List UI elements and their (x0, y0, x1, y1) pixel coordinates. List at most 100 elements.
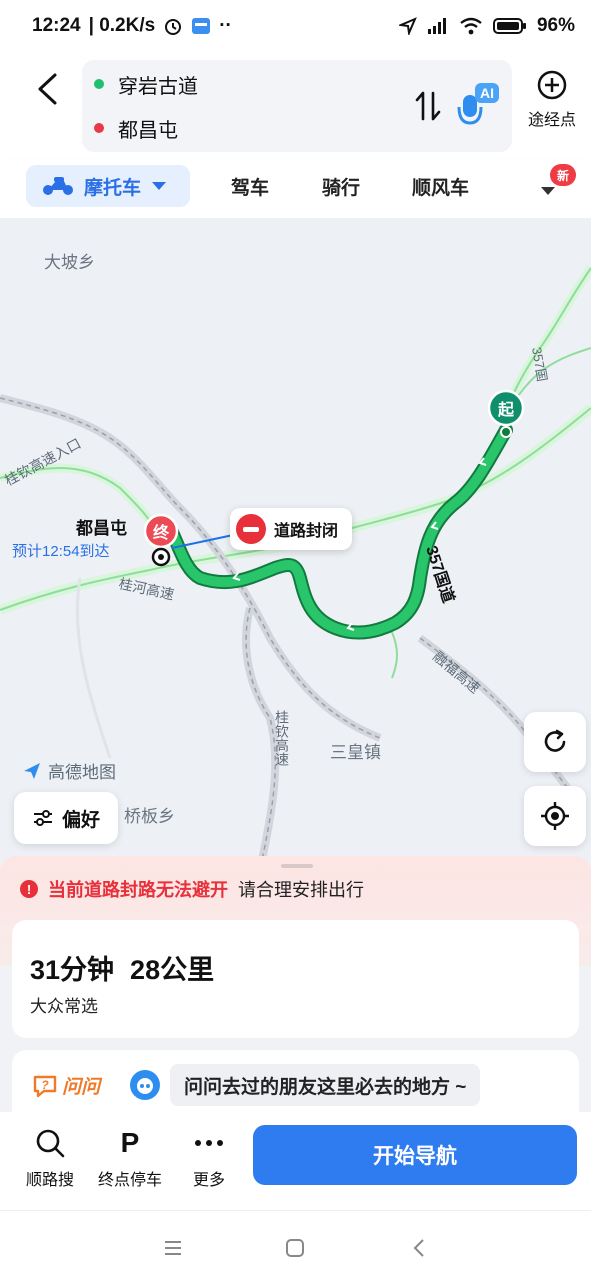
home-button[interactable] (280, 1233, 310, 1263)
waypoint-label: 途经点 (527, 112, 576, 129)
ask-suggestion-text: 问问去过的朋友这里必去的地方 ~ (184, 1076, 467, 1098)
search-icon (35, 1126, 65, 1160)
ask-logo-text: 问问 (62, 1077, 101, 1098)
start-point-field[interactable]: 穿岩古道 (94, 68, 198, 100)
alert-strong-text: 当前道路封路无法避开 (48, 880, 228, 900)
system-back-icon (413, 1239, 424, 1257)
start-dot-icon (94, 79, 104, 89)
wifi-icon (459, 17, 483, 35)
start-navigation-button[interactable]: 开始导航 (253, 1125, 577, 1185)
end-marker-label: 终 (153, 523, 170, 542)
road-label-rongfu: 融福高速 (430, 648, 483, 696)
end-point-label: 都昌屯 (118, 119, 178, 142)
tab-carpool-label: 顺风车 (412, 177, 470, 199)
back-arrow-icon (38, 73, 57, 105)
place-qiaoban: 桥板乡 (124, 807, 175, 826)
route-distance: 28公里 (130, 955, 215, 985)
svg-text:?: ? (41, 1078, 49, 1092)
more-dots-icon (194, 1126, 224, 1160)
destination-parking-button[interactable]: P 终点停车 (98, 1126, 162, 1190)
ask-card[interactable]: ? 问问 问问去过的朋友这里必去的地方 ~ (12, 1050, 579, 1114)
end-dot-icon (94, 123, 104, 133)
route-tag: 大众常选 (30, 997, 98, 1016)
tab-carpool[interactable]: 顺风车 (412, 165, 469, 207)
ask-suggestion[interactable]: 问问去过的朋友这里必去的地方 ~ (170, 1064, 481, 1106)
road-closed-label: 道路封闭 (274, 523, 339, 540)
tab-cycling[interactable]: 骑行 (322, 165, 360, 207)
route-duration: 31分钟 (30, 955, 115, 985)
chevron-down-icon (541, 187, 555, 195)
start-navigation-label: 开始导航 (373, 1145, 457, 1168)
question-bubble-icon: ? (33, 1075, 57, 1097)
preference-label: 偏好 (61, 809, 100, 831)
destination-name: 都昌屯 (76, 519, 127, 538)
status-net-speed: | 0.2K/s (88, 15, 156, 36)
waypoint-button[interactable]: 途经点 (520, 70, 584, 140)
travel-mode-tabs: 摩托车 驾车 骑行 顺风车 新 (0, 160, 591, 218)
location-arrow-icon (398, 17, 417, 35)
sheet-grabber[interactable] (281, 864, 313, 868)
ai-voice-button[interactable]: AI (456, 80, 502, 130)
more-modes-button[interactable]: 新 (536, 164, 576, 208)
tab-motorcycle[interactable]: 摩托车 (26, 165, 190, 207)
road-closure-alert: ! 当前道路封路无法避开 请合理安排出行 (20, 876, 364, 902)
locate-icon (541, 802, 569, 830)
more-label: 更多 (193, 1172, 226, 1189)
route-input-box: 穿岩古道 都昌屯 AI (82, 60, 512, 152)
amap-logo-icon (24, 762, 40, 779)
new-badge: 新 (550, 164, 576, 186)
ask-logo: ? 问问 (32, 1072, 100, 1099)
destination-parking-label: 终点停车 (98, 1172, 163, 1189)
ai-mic-icon: AI (457, 83, 499, 125)
menu-icon (165, 1241, 181, 1255)
ask-avatar-icon (130, 1070, 160, 1100)
more-button[interactable]: 更多 (193, 1126, 225, 1190)
svg-text:AI: AI (480, 85, 494, 101)
system-navigation-bar (0, 1210, 591, 1280)
search-along-button[interactable]: 顺路搜 (26, 1126, 74, 1190)
swap-icon (415, 91, 441, 121)
preference-button[interactable]: 偏好 (14, 792, 118, 844)
route-sheet: ! 当前道路封路无法避开 请合理安排出行 31分钟 28公里 大众常选 ? 问问… (0, 856, 591, 1114)
start-point-label: 穿岩古道 (118, 75, 198, 98)
tab-drive[interactable]: 驾车 (231, 165, 269, 207)
alert-sub-text: 请合理安排出行 (238, 880, 364, 900)
swap-route-button[interactable] (410, 86, 446, 126)
route-header: 穿岩古道 都昌屯 AI 途经点 (0, 52, 591, 160)
refresh-icon (544, 729, 566, 752)
end-point-field[interactable]: 都昌屯 (94, 112, 178, 144)
road-closed-callout[interactable]: 道路封闭 (230, 508, 353, 550)
status-bar: 12:24 | 0.2K/s ·· 96% (0, 0, 591, 52)
place-dapo: 大坡乡 (44, 253, 95, 272)
alarm-icon (163, 16, 183, 36)
alert-icon: ! (20, 880, 38, 898)
back-button[interactable] (22, 64, 72, 114)
system-back-button[interactable] (404, 1233, 434, 1263)
search-along-label: 顺路搜 (26, 1172, 75, 1189)
chevron-down-icon (152, 182, 167, 190)
sliders-icon (33, 810, 52, 826)
map-view[interactable]: 起 终 桂河高速 桂钦高速入口 桂钦高速 融福高速 357国道 357国 大坡乡… (0, 218, 591, 860)
add-circle-icon (537, 70, 567, 100)
tab-drive-label: 驾车 (231, 177, 270, 199)
home-square-icon (286, 1239, 304, 1257)
road-label-guiqin-entrance: 桂钦高速入口 (2, 435, 84, 489)
road-label-guihe: 桂河高速 (117, 575, 175, 602)
recent-apps-button[interactable] (158, 1233, 188, 1263)
signal-icon (427, 17, 449, 35)
app-notification-icon (191, 17, 211, 35)
start-marker-label: 起 (497, 400, 515, 419)
status-time: 12:24 (32, 15, 81, 36)
route-option-card[interactable]: 31分钟 28公里 大众常选 (12, 920, 579, 1038)
battery-icon (492, 17, 527, 35)
tab-cycling-label: 骑行 (322, 177, 361, 199)
bottom-action-bar: 顺路搜 P 终点停车 更多 开始导航 (0, 1112, 591, 1210)
place-sanhuang: 三皇镇 (330, 743, 381, 762)
locate-me-button[interactable] (524, 786, 586, 846)
tab-motorcycle-label: 摩托车 (84, 177, 142, 199)
no-entry-icon (236, 514, 266, 544)
route-summary: 31分钟 28公里 (30, 948, 214, 987)
refresh-route-button[interactable] (524, 712, 586, 772)
amap-logo-text: 高德地图 (48, 763, 116, 782)
parking-icon: P (120, 1127, 140, 1158)
